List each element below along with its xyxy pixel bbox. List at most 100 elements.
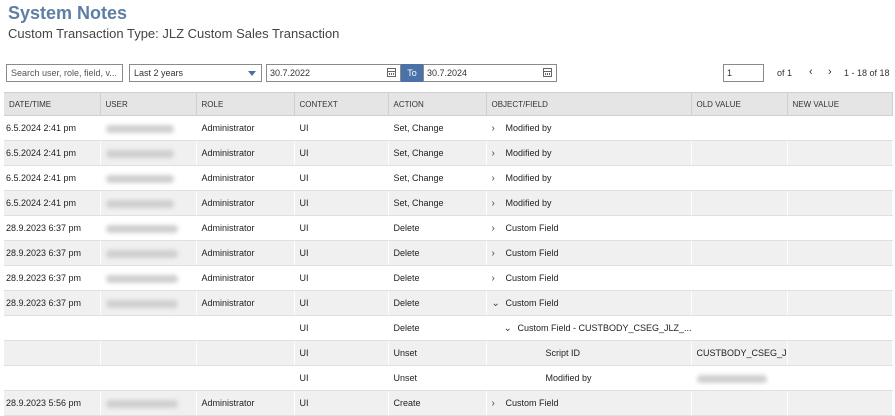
result-range-label: 1 - 18 of 18 xyxy=(844,68,890,78)
action-cell: Delete xyxy=(388,240,487,266)
object-field-cell: ⌄ Custom Field - CUSTBODY_CSEG_JLZ_... xyxy=(486,315,692,341)
table-row[interactable]: UIUnset Script ID CUSTBODY_CSEG_JL... xyxy=(4,340,893,366)
column-header-context[interactable]: CONTEXT xyxy=(294,92,389,116)
table-row[interactable]: UI Delete ⌄ Custom Field - CUSTBODY_CSEG_JL… xyxy=(4,315,893,341)
table-row[interactable]: 28.9.2023 6:37 pm Administrator UI Delete › C… xyxy=(4,265,893,291)
action-cell: Delete xyxy=(388,265,487,291)
action-cell: Delete xyxy=(388,315,487,341)
chevron-down-icon xyxy=(248,71,256,76)
role-cell: Administrator xyxy=(196,115,295,141)
table-header-row: DATE/TIME USER ROLE CONTEXT ACTION OBJEC… xyxy=(4,92,893,116)
old-value-cell: CUSTBODY_CSEG_JL... xyxy=(691,340,788,366)
column-header-new-value[interactable]: NEW VALUE xyxy=(787,92,893,116)
role-cell: Administrator xyxy=(196,290,295,316)
context-cell: UI xyxy=(294,115,389,141)
context-cell: UI xyxy=(294,215,389,241)
table-row[interactable]: 6.5.2024 2:41 pm Administrator UI Set, Chan… xyxy=(4,165,893,191)
redacted-old-value xyxy=(696,374,767,383)
calendar-icon[interactable] xyxy=(387,68,396,77)
action-cell: Create xyxy=(388,390,487,416)
table-body: 6.5.2024 2:41 pm Administrator UI Set, Chan… xyxy=(4,115,893,416)
calendar-icon[interactable] xyxy=(543,68,552,77)
old-value-cell xyxy=(691,390,788,416)
chevron-right-icon[interactable]: › xyxy=(492,148,506,159)
role-cell: Administrator xyxy=(196,215,295,241)
context-cell: UI xyxy=(294,240,389,266)
chevron-right-icon[interactable]: › xyxy=(492,273,506,284)
date-from-field[interactable]: 30.7.2022 xyxy=(266,64,401,82)
chevron-right-icon[interactable]: › xyxy=(492,223,506,234)
table-row[interactable]: 28.9.2023 5:56 pm Administrator UI Create › C… xyxy=(4,390,893,416)
date-to-value: 30.7.2024 xyxy=(427,68,468,78)
redacted-user-name xyxy=(105,199,174,208)
chevron-down-icon[interactable]: ⌄ xyxy=(492,298,506,309)
table-row[interactable]: UI Unset Modified by xyxy=(4,365,893,391)
chevron-right-icon[interactable]: › xyxy=(492,123,506,134)
date-to-field[interactable]: 30.7.2024 xyxy=(423,64,557,82)
new-value-cell xyxy=(787,115,893,141)
chevron-right-icon[interactable]: › xyxy=(492,248,506,259)
table-row[interactable]: 6.5.2024 2:41 pm Administrator UI Set, Chan… xyxy=(4,140,893,166)
page-of-label: of 1 xyxy=(777,68,793,78)
action-cell: Set, Change xyxy=(388,140,487,166)
role-cell: Administrator xyxy=(196,165,295,191)
role-cell xyxy=(196,365,295,391)
action-cell: Set, Change xyxy=(388,165,487,191)
object-field-cell: › Modified by xyxy=(486,190,692,216)
datetime-cell: 28.9.2023 6:37 pm xyxy=(4,265,101,291)
previous-page-icon[interactable]: ‹ xyxy=(809,65,813,79)
new-value-cell xyxy=(787,190,893,216)
redacted-user-name xyxy=(105,224,178,233)
table-row[interactable]: 28.9.2023 6:37 pm Administrator UI Delete ⌄ C… xyxy=(4,290,893,316)
datetime-cell xyxy=(4,340,101,366)
old-value-cell xyxy=(691,315,788,341)
object-field-cell: › Modified by xyxy=(486,165,692,191)
column-header-role[interactable]: ROLE xyxy=(196,92,295,116)
object-field-cell: Modified by xyxy=(486,365,692,391)
table-row[interactable]: 6.5.2024 2:41 pm Administrator UI Set, Chan… xyxy=(4,190,893,216)
datetime-cell: 28.9.2023 6:37 pm xyxy=(4,215,101,241)
object-field-cell: › Custom Field xyxy=(486,390,692,416)
date-range-select[interactable]: Last 2 years xyxy=(129,64,262,82)
column-header-object-field[interactable]: OBJECT/FIELD xyxy=(486,92,692,116)
chevron-down-icon[interactable]: ⌄ xyxy=(504,323,518,334)
object-field-cell: ⌄ Custom Field xyxy=(486,290,692,316)
object-field-cell: › Modified by xyxy=(486,115,692,141)
object-field-cell: › Modified by xyxy=(486,140,692,166)
new-value-cell xyxy=(787,340,893,366)
column-header-user[interactable]: USER xyxy=(100,92,197,116)
object-field-label: Custom Field - CUSTBODY_CSEG_JLZ_... xyxy=(517,322,691,333)
redacted-user-name xyxy=(105,174,174,183)
datetime-cell: 28.9.2023 6:37 pm xyxy=(4,290,101,316)
user-cell xyxy=(100,265,197,291)
page-number-input[interactable]: 1 xyxy=(723,64,764,82)
next-page-icon[interactable]: › xyxy=(828,65,832,79)
date-from-value: 30.7.2022 xyxy=(270,68,311,78)
action-cell: Set, Change xyxy=(388,190,487,216)
role-cell xyxy=(196,340,295,366)
column-header-datetime[interactable]: DATE/TIME xyxy=(4,92,101,116)
search-input[interactable] xyxy=(6,64,123,82)
datetime-cell: 6.5.2024 2:41 pm xyxy=(4,140,101,166)
redacted-user-name xyxy=(105,299,178,308)
chevron-right-icon[interactable]: › xyxy=(492,398,506,409)
user-cell xyxy=(100,240,197,266)
user-cell xyxy=(100,215,197,241)
object-field-label: Modified by xyxy=(545,373,592,383)
role-cell: Administrator xyxy=(196,390,295,416)
role-cell: Administrator xyxy=(196,190,295,216)
table-row[interactable]: 28.9.2023 6:37 pm Administrator UI Delete › C… xyxy=(4,240,893,266)
table-row[interactable]: 6.5.2024 2:41 pm Administrator UI Set, Chan… xyxy=(4,115,893,141)
chevron-right-icon[interactable]: › xyxy=(492,198,506,209)
table-row[interactable]: 28.9.2023 6:37 pm Administrator UI Delete › C… xyxy=(4,215,893,241)
object-field-label: Modified by xyxy=(505,197,552,208)
datetime-cell: 28.9.2023 5:56 pm xyxy=(4,390,101,416)
chevron-right-icon[interactable]: › xyxy=(492,173,506,184)
column-header-action[interactable]: ACTION xyxy=(388,92,487,116)
page-number-value: 1 xyxy=(727,68,733,78)
new-value-cell xyxy=(787,290,893,316)
context-cell: UI xyxy=(294,340,389,366)
role-cell: Administrator xyxy=(196,140,295,166)
new-value-cell xyxy=(787,165,893,191)
column-header-old-value[interactable]: OLD VALUE xyxy=(691,92,788,116)
